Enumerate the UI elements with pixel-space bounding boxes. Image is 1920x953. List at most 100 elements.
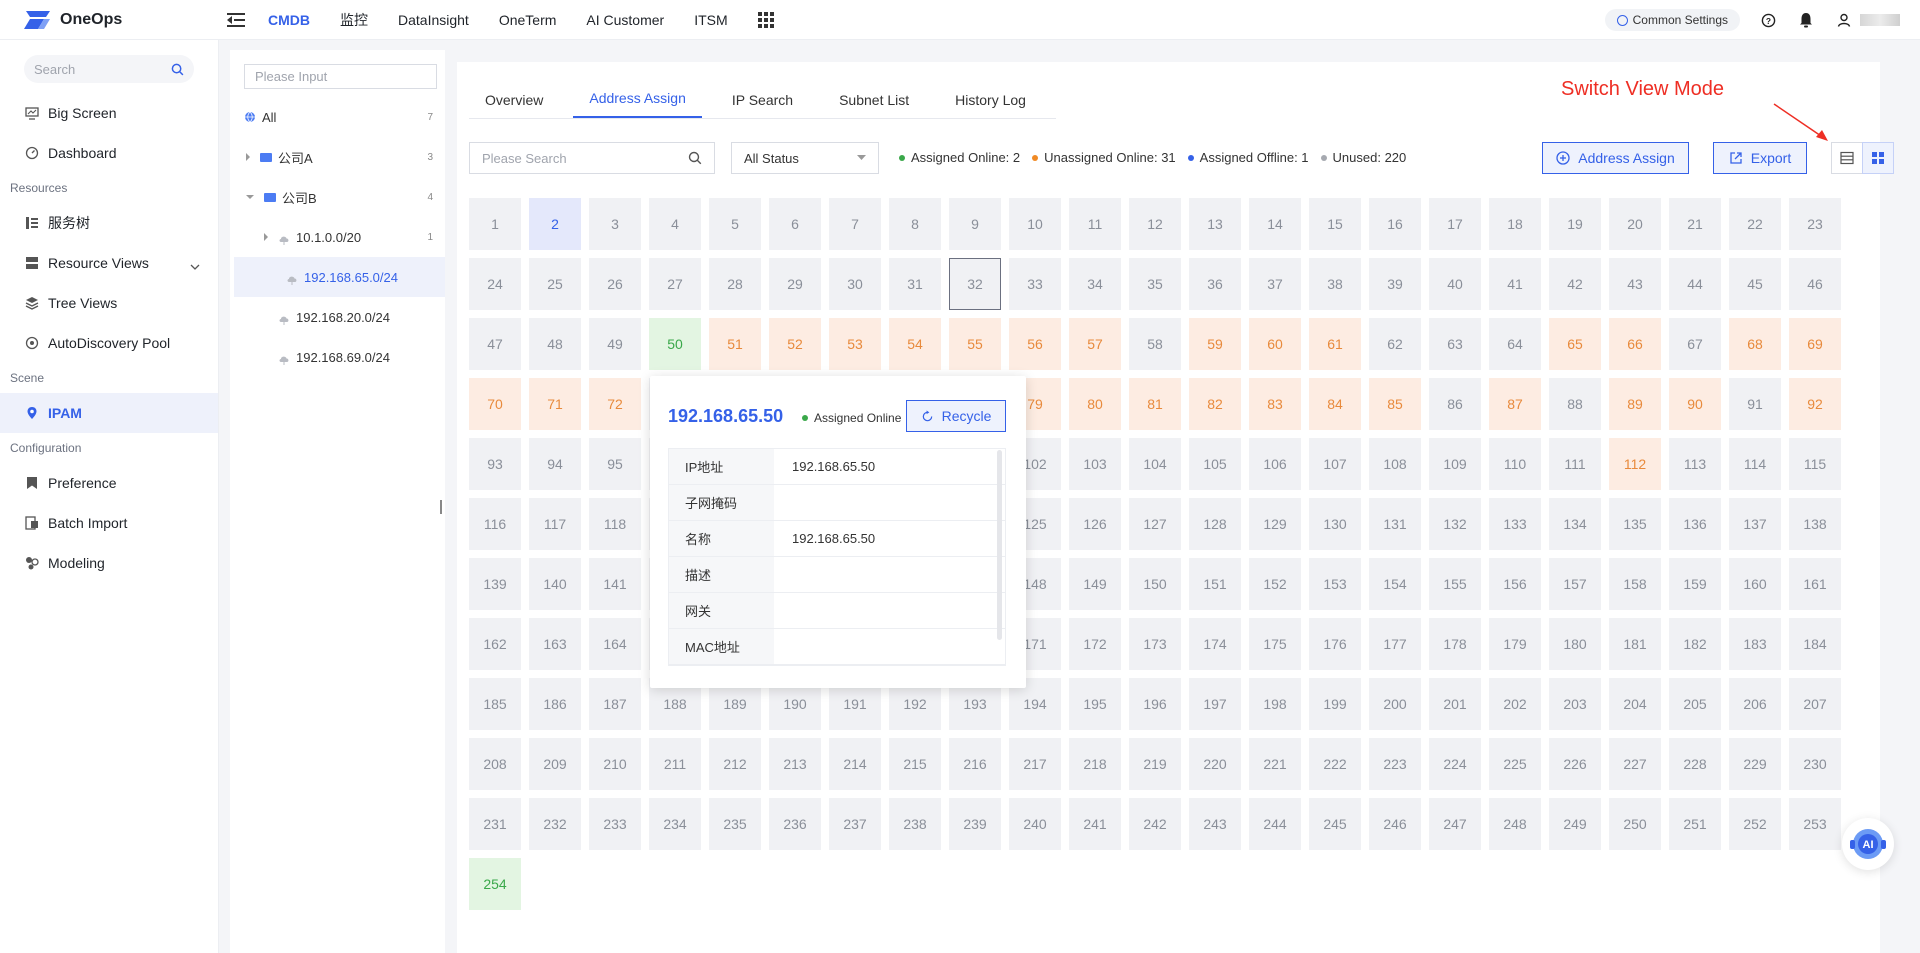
sidebar-item-resource-views[interactable]: Resource Views — [0, 243, 218, 283]
panel-resize-handle[interactable] — [440, 500, 442, 514]
ip-cell-unused[interactable]: 106 — [1249, 438, 1301, 490]
ip-cell-unused[interactable]: 58 — [1129, 318, 1181, 370]
tree-node[interactable]: 公司A 3 — [230, 137, 445, 177]
ip-cell-unused[interactable]: 115 — [1789, 438, 1841, 490]
apps-grid-icon[interactable] — [757, 11, 774, 28]
ip-cell-unused[interactable]: 36 — [1189, 258, 1241, 310]
ip-cell-unused[interactable]: 233 — [589, 798, 641, 850]
ip-cell-unused[interactable]: 30 — [829, 258, 881, 310]
search-icon[interactable] — [171, 63, 184, 76]
bell-icon[interactable] — [1798, 12, 1814, 28]
tab-subnet-list[interactable]: Subnet List — [823, 92, 925, 118]
ip-cell-unused[interactable]: 126 — [1069, 498, 1121, 550]
ip-cell-unused[interactable]: 140 — [529, 558, 581, 610]
ip-cell-unassigned-online[interactable]: 70 — [469, 378, 521, 430]
ip-cell-unused[interactable]: 7 — [829, 198, 881, 250]
ip-cell-unused[interactable]: 173 — [1129, 618, 1181, 670]
ip-cell-unassigned-online[interactable]: 81 — [1129, 378, 1181, 430]
ip-cell-unused[interactable]: 252 — [1729, 798, 1781, 850]
grid-view-button[interactable] — [1862, 142, 1894, 174]
ip-cell-unused[interactable]: 216 — [949, 738, 1001, 790]
caret-right-icon[interactable] — [264, 233, 268, 241]
ip-cell-unused[interactable]: 108 — [1369, 438, 1421, 490]
ip-cell-unused[interactable]: 94 — [529, 438, 581, 490]
ip-cell-unassigned-online[interactable]: 69 — [1789, 318, 1841, 370]
ip-cell-unassigned-online[interactable]: 51 — [709, 318, 761, 370]
ip-cell-unused[interactable]: 178 — [1429, 618, 1481, 670]
ip-cell-assigned-offline[interactable]: 2 — [529, 198, 581, 250]
chevron-down-icon[interactable] — [190, 257, 200, 273]
ip-cell-unused[interactable]: 11 — [1069, 198, 1121, 250]
ip-cell-unused[interactable]: 215 — [889, 738, 941, 790]
ip-cell-unused[interactable]: 45 — [1729, 258, 1781, 310]
tab-ip-search[interactable]: IP Search — [716, 92, 809, 118]
ip-cell-unused[interactable]: 127 — [1129, 498, 1181, 550]
sidebar-item-big-screen[interactable]: Big Screen — [0, 93, 218, 133]
ip-cell-unused[interactable]: 214 — [829, 738, 881, 790]
ip-cell-unused[interactable]: 24 — [469, 258, 521, 310]
ip-cell-unused[interactable]: 138 — [1789, 498, 1841, 550]
ip-search-input[interactable]: Please Search — [469, 142, 715, 174]
ip-cell-unused[interactable]: 86 — [1429, 378, 1481, 430]
logo[interactable]: OneOps — [0, 9, 210, 31]
ip-cell-unused[interactable]: 223 — [1369, 738, 1421, 790]
ip-cell-unused[interactable]: 179 — [1489, 618, 1541, 670]
ip-cell-unused[interactable]: 176 — [1309, 618, 1361, 670]
ip-cell-unused[interactable]: 1 — [469, 198, 521, 250]
ip-cell-unused[interactable]: 157 — [1549, 558, 1601, 610]
ip-cell-unused[interactable]: 182 — [1669, 618, 1721, 670]
ip-cell-unused[interactable]: 133 — [1489, 498, 1541, 550]
nav-itsm[interactable]: ITSM — [694, 12, 727, 28]
ip-cell-unused[interactable]: 244 — [1249, 798, 1301, 850]
ip-cell-assigned-online[interactable]: 50 — [649, 318, 701, 370]
ip-cell-unused[interactable]: 238 — [889, 798, 941, 850]
sidebar-item-ipam[interactable]: IPAM — [0, 393, 218, 433]
ip-cell-assigned-online[interactable]: 254 — [469, 858, 521, 910]
ip-cell-unused[interactable]: 151 — [1189, 558, 1241, 610]
ip-cell-unused[interactable]: 201 — [1429, 678, 1481, 730]
ip-cell-unused[interactable]: 113 — [1669, 438, 1721, 490]
ip-cell-unused[interactable]: 4 — [649, 198, 701, 250]
ip-cell-unused[interactable]: 251 — [1669, 798, 1721, 850]
ip-cell-unused[interactable]: 111 — [1549, 438, 1601, 490]
ip-cell-unused[interactable]: 33 — [1009, 258, 1061, 310]
ip-cell-unused[interactable]: 174 — [1189, 618, 1241, 670]
ip-cell-unused[interactable]: 117 — [529, 498, 581, 550]
ip-cell-unused[interactable]: 161 — [1789, 558, 1841, 610]
tree-node[interactable]: 192.168.69.0/24 — [230, 337, 445, 377]
ip-cell-unused[interactable]: 6 — [769, 198, 821, 250]
ip-cell-unused[interactable]: 91 — [1729, 378, 1781, 430]
nav-datainsight[interactable]: DataInsight — [398, 12, 469, 28]
ip-cell-unused[interactable]: 10 — [1009, 198, 1061, 250]
ip-cell-unused[interactable]: 181 — [1609, 618, 1661, 670]
ip-cell-unused[interactable]: 25 — [529, 258, 581, 310]
nav-cmdb[interactable]: CMDB — [268, 12, 310, 28]
ip-cell-unused[interactable]: 249 — [1549, 798, 1601, 850]
sidebar-search[interactable]: Search — [24, 55, 194, 83]
ip-cell-unused[interactable]: 95 — [589, 438, 641, 490]
ip-cell-unused[interactable]: 204 — [1609, 678, 1661, 730]
sidebar-item-autodiscovery-pool[interactable]: AutoDiscovery Pool — [0, 323, 218, 363]
ip-cell-unused[interactable]: 62 — [1369, 318, 1421, 370]
ip-cell-unused[interactable]: 40 — [1429, 258, 1481, 310]
ip-cell-unused[interactable]: 105 — [1189, 438, 1241, 490]
ip-cell-unused[interactable]: 18 — [1489, 198, 1541, 250]
ip-cell-unused[interactable]: 149 — [1069, 558, 1121, 610]
ip-cell-unassigned-online[interactable]: 72 — [589, 378, 641, 430]
sidebar-item-modeling[interactable]: Modeling — [0, 543, 218, 583]
ip-cell-unassigned-online[interactable]: 89 — [1609, 378, 1661, 430]
ip-cell-unassigned-online[interactable]: 59 — [1189, 318, 1241, 370]
ip-cell-unused[interactable]: 232 — [529, 798, 581, 850]
ip-cell-unused[interactable]: 202 — [1489, 678, 1541, 730]
tab-history-log[interactable]: History Log — [939, 92, 1042, 118]
ip-cell-unused[interactable]: 129 — [1249, 498, 1301, 550]
ip-cell-unused[interactable]: 226 — [1549, 738, 1601, 790]
ip-cell-unused[interactable]: 253 — [1789, 798, 1841, 850]
user-icon[interactable] — [1836, 12, 1852, 28]
ip-cell-unused[interactable]: 155 — [1429, 558, 1481, 610]
ip-cell-unused[interactable]: 150 — [1129, 558, 1181, 610]
ip-cell-unused[interactable]: 116 — [469, 498, 521, 550]
ip-cell-unused[interactable]: 160 — [1729, 558, 1781, 610]
ip-cell-unused[interactable]: 219 — [1129, 738, 1181, 790]
ip-cell-unused[interactable]: 132 — [1429, 498, 1481, 550]
